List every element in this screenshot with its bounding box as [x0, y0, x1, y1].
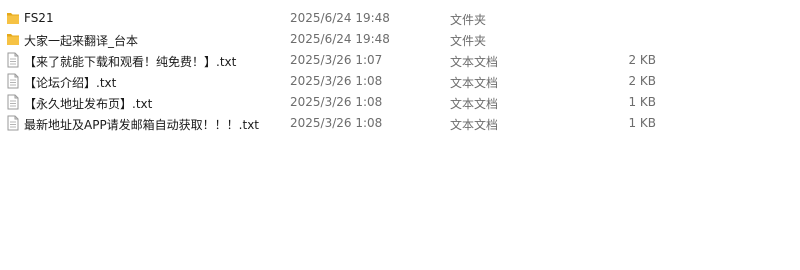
file-type: 文本文档 — [450, 55, 499, 69]
file-row-text[interactable]: 【永久地址发布页】.txt 2025/3/26 1:08 文本文档 1 KB — [0, 92, 800, 113]
file-size: 2 KB — [628, 74, 656, 88]
file-size: 1 KB — [628, 95, 656, 109]
file-date-modified: 2025/6/24 19:48 — [290, 32, 390, 46]
file-date-modified: 2025/3/26 1:08 — [290, 116, 383, 130]
file-size: 1 KB — [628, 116, 656, 130]
file-row-folder[interactable]: FS21 2025/6/24 19:48 文件夹 — [0, 8, 800, 29]
file-name: 大家一起来翻译_台本 — [24, 34, 139, 48]
folder-icon — [6, 31, 20, 47]
file-date-modified: 2025/6/24 19:48 — [290, 11, 390, 25]
file-type: 文本文档 — [450, 76, 499, 90]
text-file-icon — [6, 73, 20, 89]
file-date-modified: 2025/3/26 1:08 — [290, 74, 383, 88]
file-size: 2 KB — [628, 53, 656, 67]
file-row-text[interactable]: 【论坛介绍】.txt 2025/3/26 1:08 文本文档 2 KB — [0, 71, 800, 92]
file-name: 【来了就能下载和观看！纯免费！】.txt — [24, 55, 237, 69]
file-row-text[interactable]: 【来了就能下载和观看！纯免费！】.txt 2025/3/26 1:07 文本文档… — [0, 50, 800, 71]
file-name: 【论坛介绍】.txt — [24, 76, 117, 90]
file-type: 文本文档 — [450, 118, 499, 132]
file-date-modified: 2025/3/26 1:07 — [290, 53, 383, 67]
file-date-modified: 2025/3/26 1:08 — [290, 95, 383, 109]
folder-icon — [6, 10, 20, 26]
file-name: 【永久地址发布页】.txt — [24, 97, 153, 111]
file-name: FS21 — [24, 11, 54, 25]
file-list: FS21 2025/6/24 19:48 文件夹 大家一起来翻译_台本 2025… — [0, 8, 800, 134]
file-row-folder[interactable]: 大家一起来翻译_台本 2025/6/24 19:48 文件夹 — [0, 29, 800, 50]
text-file-icon — [6, 94, 20, 110]
file-type: 文件夹 — [450, 34, 487, 48]
file-type: 文本文档 — [450, 97, 499, 111]
file-row-text[interactable]: 最新地址及APP请发邮箱自动获取！！！.txt 2025/3/26 1:08 文… — [0, 113, 800, 134]
file-type: 文件夹 — [450, 13, 487, 27]
file-name: 最新地址及APP请发邮箱自动获取！！！.txt — [24, 118, 260, 132]
text-file-icon — [6, 115, 20, 131]
text-file-icon — [6, 52, 20, 68]
